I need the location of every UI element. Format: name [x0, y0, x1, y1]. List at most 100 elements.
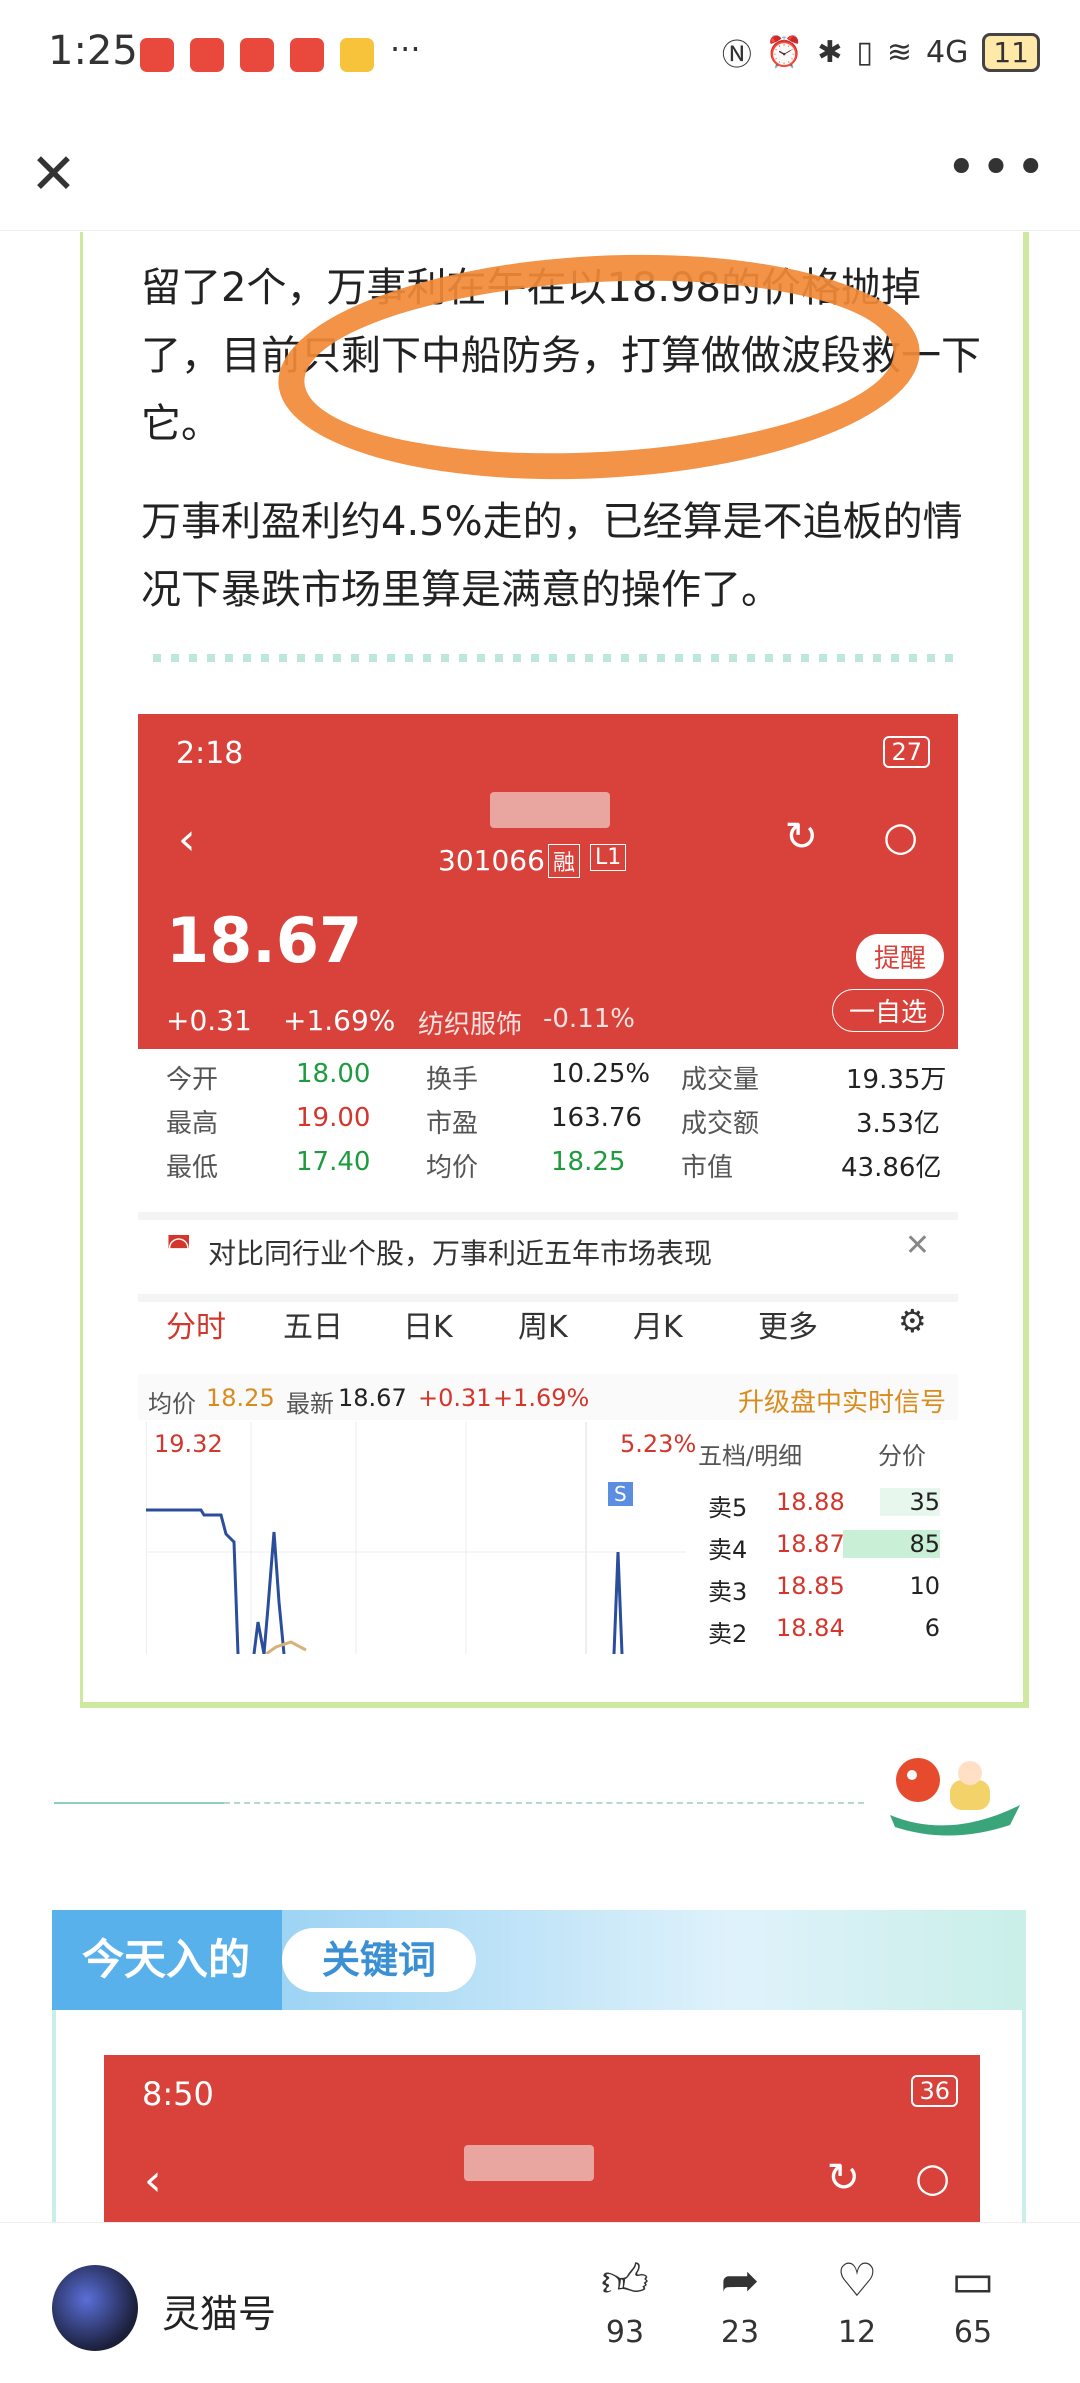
alarm-icon: ⏰	[765, 34, 804, 70]
top-bar: ✕ •••	[0, 120, 1080, 231]
tab-monthly-k[interactable]: 月K	[633, 1302, 683, 1346]
chart-tabs: 分时 五日 日K 周K 月K 更多 ⚙	[138, 1294, 958, 1372]
comment-icon: ▭	[951, 2253, 995, 2307]
stat-label: 均价	[426, 1153, 479, 1183]
stat-label: 成交额	[681, 1109, 760, 1139]
tab-daily-k[interactable]: 日K	[403, 1302, 453, 1346]
stat-value: 19.00	[296, 1103, 371, 1133]
orderbook-volume: 6	[924, 1614, 940, 1642]
margin-tag: 融	[548, 844, 581, 878]
compare-banner[interactable]: ◚ 对比同行业个股，万事利近五年市场表现 ✕	[138, 1212, 958, 1280]
stat-value: 10.25%	[551, 1059, 651, 1089]
app-icon	[240, 38, 274, 72]
thumbs-up-icon: 👍︎	[600, 2253, 650, 2307]
comment-count: 65	[953, 2315, 993, 2350]
info-label: 均价	[148, 1390, 196, 1418]
orderbook-label: 卖5	[708, 1494, 748, 1522]
stock-screenshot: 8:50 36 ‹ ↻ ○	[104, 2055, 980, 2240]
status-bar: 1:25 ··· Ⓝ ⏰ ✱ ▯ ≋ 4G 11	[0, 0, 1080, 110]
avatar[interactable]	[52, 2265, 138, 2351]
tab-weekly-k[interactable]: 周K	[518, 1302, 568, 1346]
tab-intraday[interactable]: 分时	[166, 1302, 226, 1346]
stat-label: 市值	[681, 1153, 734, 1183]
sell-marker: S	[608, 1482, 633, 1506]
back-icon[interactable]: ‹	[144, 2155, 162, 2206]
app-icon	[290, 38, 324, 72]
remind-button[interactable]: 提醒	[855, 934, 944, 979]
section-title: 今天入的	[52, 1910, 282, 2010]
dotted-divider	[153, 654, 953, 662]
sector-name[interactable]: 纺织服饰	[418, 1004, 522, 1041]
share-button[interactable]: ➦ 23	[700, 2251, 780, 2350]
section-subtitle: 关键词	[282, 1928, 477, 1992]
intraday-chart: 19.32 5.23% S 五档/明细 分价 卖5 18.88 35 卖4 18…	[138, 1422, 958, 1654]
notice-icon: ◚	[166, 1232, 192, 1262]
info-label: 最新	[286, 1390, 334, 1418]
watchlist-button[interactable]: 一自选	[831, 989, 944, 1032]
like-button[interactable]: 👍︎ 93	[585, 2251, 665, 2350]
more-options-icon[interactable]: •••	[946, 138, 1050, 198]
author-name[interactable]: 灵猫号	[162, 2283, 276, 2338]
tab-five-day[interactable]: 五日	[283, 1302, 343, 1346]
close-icon[interactable]: ✕	[30, 142, 77, 207]
orderbook-volume: 35	[880, 1488, 940, 1516]
signal-icon: 4G	[926, 34, 969, 70]
orderbook-price: 18.84	[776, 1614, 845, 1642]
wifi-icon: ≋	[886, 34, 913, 70]
orderbook-label: 卖3	[708, 1578, 748, 1606]
back-icon[interactable]: ‹	[178, 814, 196, 865]
orderbook-volume: 85	[843, 1530, 940, 1558]
refresh-icon[interactable]: ↻	[826, 2155, 860, 2201]
vibrate-icon: ▯	[856, 34, 873, 70]
heart-icon: ♡	[836, 2253, 878, 2307]
stat-label: 市盈	[426, 1109, 479, 1139]
search-icon[interactable]: ○	[883, 814, 918, 860]
stock-header: 2:18 27 ‹ 301066 融 L1 ↻ ○ 18.67 +0.31 +1…	[138, 714, 958, 1049]
section-divider-dashed	[224, 1802, 864, 1804]
sector-pct[interactable]: -0.11%	[543, 1004, 635, 1034]
dragon-boat-icon	[880, 1745, 1030, 1845]
like-count: 93	[605, 2315, 645, 2350]
stat-value: 17.40	[296, 1147, 371, 1177]
chart-info-line: 均价 18.25 最新 18.67 +0.31 +1.69% 升级盘中实时信号	[138, 1374, 958, 1420]
orderbook-volume: 10	[909, 1572, 940, 1600]
favorite-count: 12	[837, 2315, 877, 2350]
stock-code: 301066	[438, 844, 545, 877]
stock-price: 18.67	[166, 904, 363, 977]
embedded-battery: 27	[883, 736, 930, 768]
orderbook-header[interactable]: 分价	[878, 1436, 926, 1471]
stats-grid: 今开 18.00 换手 10.25% 成交量 19.35万 最高 19.00 市…	[138, 1059, 958, 1199]
share-icon: ➦	[720, 2253, 760, 2307]
price-change: +0.31	[166, 1004, 252, 1037]
info-value: 18.67	[338, 1384, 407, 1412]
comment-button[interactable]: ▭ 65	[933, 2251, 1013, 2350]
article-card: 留了2个，万事利在午在以18.98的价格抛掉了，目前只剩下中船防务，打算做做波段…	[80, 232, 1029, 1708]
settings-icon[interactable]: ⚙	[898, 1302, 927, 1340]
orderbook-header[interactable]: 五档/明细	[698, 1436, 802, 1471]
stat-label: 换手	[426, 1065, 479, 1095]
orderbook-label: 卖2	[708, 1620, 748, 1648]
orderbook-price: 18.88	[776, 1488, 845, 1516]
embedded-time: 8:50	[142, 2075, 214, 2113]
stat-value: 18.00	[296, 1059, 371, 1089]
embedded-battery: 36	[911, 2075, 958, 2107]
order-book: 五档/明细 分价 卖5 18.88 35 卖4 18.87 85 卖3 18.8…	[698, 1422, 958, 1654]
bluetooth-icon: ✱	[817, 34, 843, 70]
status-more: ···	[390, 30, 421, 68]
stock-name-blurred	[490, 792, 610, 828]
tab-more[interactable]: 更多	[758, 1302, 818, 1346]
upgrade-signal-link[interactable]: 升级盘中实时信号	[738, 1382, 946, 1419]
favorite-button[interactable]: ♡ 12	[817, 2251, 897, 2350]
search-icon[interactable]: ○	[915, 2155, 950, 2201]
stat-value: 3.53亿	[856, 1109, 940, 1139]
stat-label: 今开	[166, 1065, 219, 1095]
refresh-icon[interactable]: ↻	[784, 814, 818, 860]
share-count: 23	[720, 2315, 760, 2350]
battery-icon: 11	[982, 32, 1040, 72]
close-icon[interactable]: ✕	[905, 1228, 930, 1263]
banner-text: 对比同行业个股，万事利近五年市场表现	[208, 1237, 713, 1270]
stat-label: 成交量	[681, 1065, 760, 1095]
price-change-pct: +1.69%	[283, 1004, 396, 1037]
orderbook-price: 18.85	[776, 1572, 845, 1600]
info-value: 18.25	[206, 1384, 275, 1412]
